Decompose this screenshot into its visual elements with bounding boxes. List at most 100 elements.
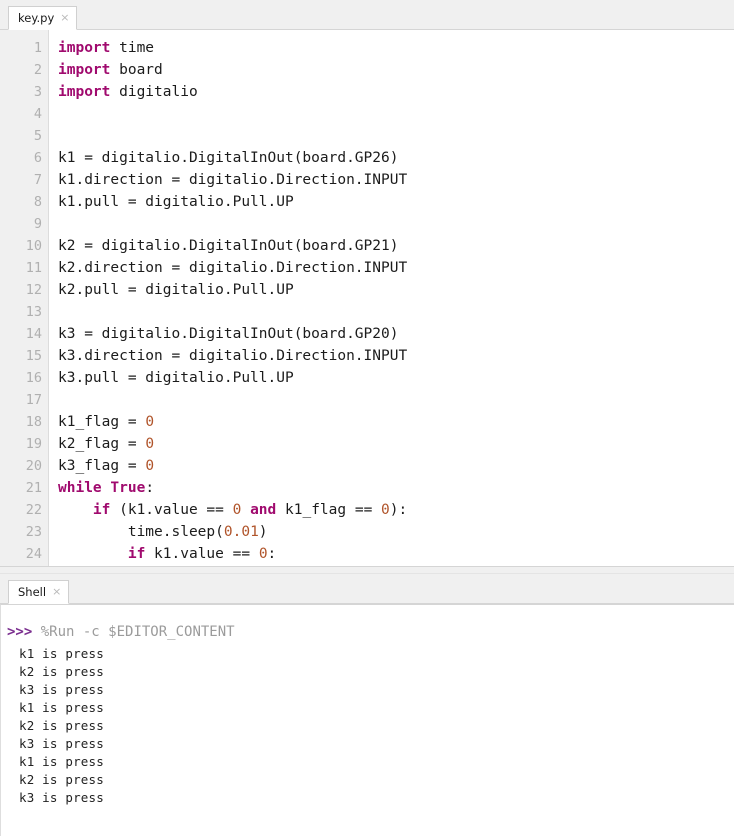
code-line[interactable]: k1.pull = digitalio.Pull.UP bbox=[58, 191, 734, 213]
line-number: 14 bbox=[25, 326, 42, 342]
tab-label: Shell bbox=[18, 585, 47, 599]
line-number: 3 bbox=[33, 84, 42, 100]
code-text: digitalio bbox=[110, 84, 198, 100]
line-number: 24 bbox=[25, 546, 42, 562]
line-number: 12 bbox=[25, 282, 42, 298]
code-line[interactable]: import digitalio bbox=[58, 81, 734, 103]
line-number: 2 bbox=[33, 62, 42, 78]
code-line[interactable]: k2_flag = 0 bbox=[58, 433, 734, 455]
code-line[interactable]: k1 = digitalio.DigitalInOut(board.GP26) bbox=[58, 147, 734, 169]
shell-output-line: k1 is press bbox=[19, 754, 104, 769]
code-text: time bbox=[110, 40, 155, 56]
line-number: 5 bbox=[33, 128, 42, 144]
line-number: 1 bbox=[33, 40, 42, 56]
line-number: 16 bbox=[25, 370, 42, 386]
code-line[interactable]: k3.direction = digitalio.Direction.INPUT bbox=[58, 345, 734, 367]
shell-prompt: >>> bbox=[7, 624, 33, 640]
code-line[interactable]: time.sleep(0.01) bbox=[58, 521, 734, 543]
code-text: k1.pull = digitalio.Pull.UP bbox=[58, 194, 294, 210]
line-number: 23 bbox=[25, 524, 42, 540]
line-number: 15 bbox=[25, 348, 42, 364]
code-line[interactable]: k1.direction = digitalio.Direction.INPUT bbox=[58, 169, 734, 191]
line-number: 13 bbox=[25, 304, 42, 320]
code-number: 0.01 bbox=[223, 524, 259, 540]
code-keyword: while bbox=[58, 480, 102, 496]
code-text: : bbox=[145, 480, 155, 496]
code-line[interactable]: if k1.value == 0: bbox=[58, 543, 734, 565]
code-keyword: and bbox=[250, 502, 277, 518]
line-number: 21 bbox=[25, 480, 42, 496]
code-keyword: import bbox=[58, 62, 111, 78]
line-number: 19 bbox=[25, 436, 42, 452]
code-number: 0 bbox=[145, 458, 155, 474]
line-number: 20 bbox=[25, 458, 42, 474]
thonny-ide-window: key.py × 1 2 3 4 5 6 7 8 9 10 11 12 13 14 15 16 17 18 19 20… bbox=[0, 0, 734, 836]
code-line[interactable] bbox=[58, 125, 734, 147]
shell-output-line: k3 is press bbox=[19, 790, 104, 805]
code-line[interactable]: k2.pull = digitalio.Pull.UP bbox=[58, 279, 734, 301]
code-line[interactable]: import time bbox=[58, 37, 734, 59]
code-text: time.sleep( bbox=[58, 524, 224, 540]
code-editor[interactable]: 1 2 3 4 5 6 7 8 9 10 11 12 13 14 15 16 17 18 19 20 21 22 23 24 … bbox=[0, 30, 734, 566]
line-number: 11 bbox=[25, 260, 42, 276]
code-text: k1.direction = digitalio.Direction.INPUT bbox=[58, 172, 408, 188]
code-line[interactable]: k2 = digitalio.DigitalInOut(board.GP21) bbox=[58, 235, 734, 257]
tab-label: key.py bbox=[18, 11, 55, 25]
code-text-area[interactable]: import time import board import digitalio … bbox=[49, 30, 734, 566]
shell-command-line: >>> %Run -c $EDITOR_CONTENT bbox=[1, 619, 734, 645]
code-text: k1_flag = bbox=[58, 414, 146, 430]
line-number-gutter: 1 2 3 4 5 6 7 8 9 10 11 12 13 14 15 16 17 18 19 20 21 22 23 24 bbox=[0, 30, 49, 566]
code-text: board bbox=[110, 62, 163, 78]
shell-tab-bar: Shell × bbox=[0, 574, 734, 604]
code-keyword: if bbox=[92, 502, 111, 518]
close-icon[interactable]: × bbox=[60, 12, 69, 23]
shell-output-line: k2 is press bbox=[19, 664, 104, 679]
line-number: 8 bbox=[33, 194, 42, 210]
line-number: 9 bbox=[33, 216, 42, 232]
code-line[interactable]: k1_flag = 0 bbox=[58, 411, 734, 433]
line-number: 4 bbox=[33, 106, 42, 122]
shell-output-line: k3 is press bbox=[19, 682, 104, 697]
code-line[interactable]: import board bbox=[58, 59, 734, 81]
tab-shell[interactable]: Shell × bbox=[8, 580, 70, 604]
code-text: k2.direction = digitalio.Direction.INPUT bbox=[58, 260, 408, 276]
code-text: k3.direction = digitalio.Direction.INPUT bbox=[58, 348, 408, 364]
line-number: 18 bbox=[25, 414, 42, 430]
shell-output-line: k2 is press bbox=[19, 772, 104, 787]
code-line[interactable]: if (k1.value == 0 and k1_flag == 0): bbox=[58, 499, 734, 521]
code-line[interactable] bbox=[58, 301, 734, 323]
shell-output-area[interactable]: >>> %Run -c $EDITOR_CONTENT k1 is press k2… bbox=[0, 604, 734, 836]
shell-output-line: k3 is press bbox=[19, 736, 104, 751]
code-text: k3_flag = bbox=[58, 458, 146, 474]
line-number: 6 bbox=[33, 150, 42, 166]
code-number: 0 bbox=[145, 436, 155, 452]
shell-output-line: k1 is press bbox=[19, 700, 104, 715]
code-line[interactable]: while True: bbox=[58, 477, 734, 499]
line-number: 10 bbox=[25, 238, 42, 254]
shell-command-text: %Run -c $EDITOR_CONTENT bbox=[32, 624, 235, 640]
code-line[interactable]: k3.pull = digitalio.Pull.UP bbox=[58, 367, 734, 389]
code-keyword: import bbox=[58, 40, 111, 56]
code-text: ): bbox=[389, 502, 408, 518]
code-number: 0 bbox=[145, 414, 155, 430]
code-line[interactable]: k3 = digitalio.DigitalInOut(board.GP20) bbox=[58, 323, 734, 345]
code-line[interactable] bbox=[58, 103, 734, 125]
code-keyword: if bbox=[127, 546, 146, 562]
code-line[interactable]: k2.direction = digitalio.Direction.INPUT bbox=[58, 257, 734, 279]
line-number: 22 bbox=[25, 502, 42, 518]
shell-panel: Shell × >>> %Run -c $EDITOR_CONTENT k1 is… bbox=[0, 574, 734, 836]
code-line[interactable] bbox=[58, 389, 734, 411]
code-text: k2.pull = digitalio.Pull.UP bbox=[58, 282, 294, 298]
code-text: k2_flag = bbox=[58, 436, 146, 452]
code-text: (k1.value == bbox=[110, 502, 233, 518]
code-text: k1_flag == bbox=[276, 502, 382, 518]
tab-key-py[interactable]: key.py × bbox=[8, 6, 78, 30]
close-icon[interactable]: × bbox=[52, 586, 61, 597]
panel-splitter[interactable] bbox=[0, 566, 734, 574]
code-number: 0 bbox=[258, 546, 268, 562]
line-number: 7 bbox=[33, 172, 42, 188]
code-line[interactable]: k3_flag = 0 bbox=[58, 455, 734, 477]
code-line[interactable] bbox=[58, 213, 734, 235]
